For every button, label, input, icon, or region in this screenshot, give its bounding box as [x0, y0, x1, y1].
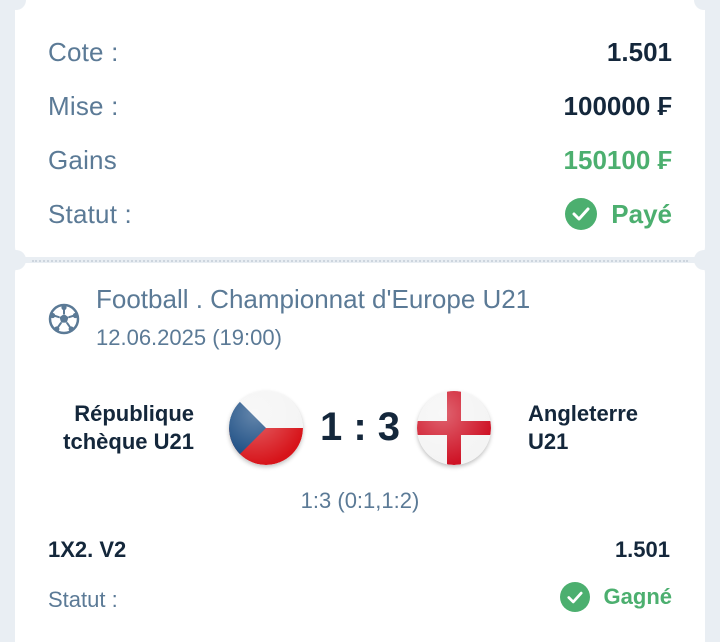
status-badge: Payé [565, 198, 672, 230]
check-icon [559, 582, 590, 612]
winnings-row: Gains 150100 ₣ [48, 140, 672, 180]
odds-label: Cote : [48, 36, 119, 67]
bet-status-label: Statut : [48, 587, 118, 612]
bet-status-badge: Gagné [559, 582, 672, 612]
ticket-notch [6, 250, 26, 270]
winnings-label: Gains [48, 144, 117, 175]
status-row: Statut : Payé [48, 194, 672, 234]
away-team-line: Angleterre [528, 401, 639, 426]
event-title: Football . Championnat d'Europe U21 [96, 284, 531, 314]
stake-value: 100000 ₣ [563, 90, 672, 121]
ticket-divider [32, 260, 688, 262]
status-label: Statut : [48, 198, 132, 229]
stake-row: Mise : 100000 ₣ [48, 86, 672, 126]
event-datetime: 12.06.2025 (19:00) [96, 325, 282, 350]
england-flag-icon [417, 391, 491, 465]
winnings-value: 150100 ₣ [563, 144, 672, 175]
football-icon [48, 303, 80, 335]
score-detail: 1:3 (0:1,1:2) [300, 488, 420, 513]
czech-flag-icon [229, 391, 303, 465]
home-team-name: République tchèque U21 [24, 400, 194, 456]
status-value: Payé [611, 198, 672, 229]
away-team-line: U21 [528, 429, 569, 454]
bet-odds: 1.501 [614, 537, 670, 562]
home-team-line: tchèque U21 [63, 429, 194, 454]
away-team-name: Angleterre U21 [528, 400, 698, 456]
home-team-line: République [74, 401, 194, 426]
stake-label: Mise : [48, 90, 119, 121]
odds-row: Cote : 1.501 [48, 32, 672, 72]
check-icon [565, 198, 598, 230]
bet-status-value: Gagné [603, 584, 672, 609]
bet-market: 1X2. V2 [48, 537, 127, 562]
match-score: 1 : 3 [319, 405, 401, 449]
ticket-notch [694, 250, 714, 270]
odds-value: 1.501 [606, 36, 672, 67]
